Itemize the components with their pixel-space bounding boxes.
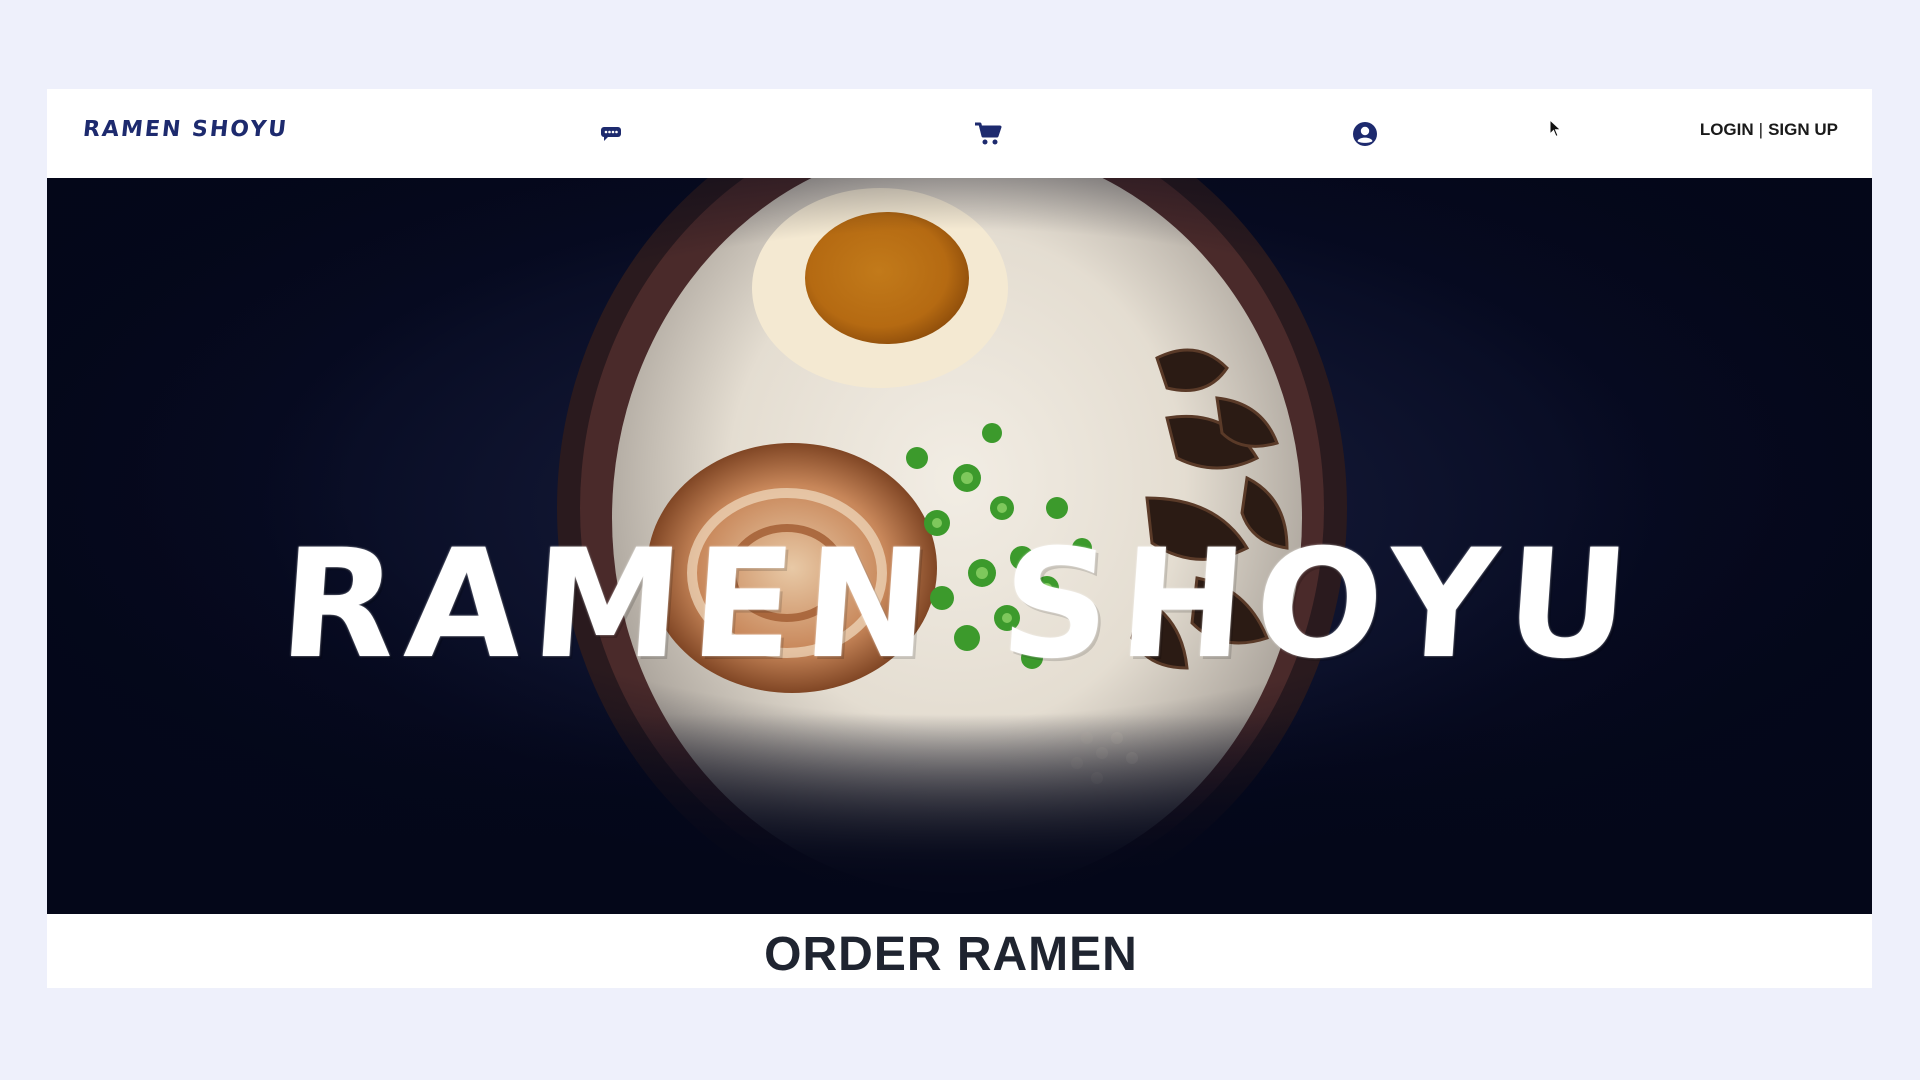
page: RAMEN SHOYU LOGIN | SIGN UP RAMEN SHOYU … xyxy=(47,89,1872,988)
order-ramen-heading: ORDER RAMEN xyxy=(764,928,1138,981)
auth-links: LOGIN | SIGN UP xyxy=(1700,120,1838,140)
cart-icon[interactable] xyxy=(973,119,1003,149)
site-logo[interactable]: RAMEN SHOYU xyxy=(82,117,290,142)
site-header: RAMEN SHOYU LOGIN | SIGN UP xyxy=(47,89,1872,178)
hero-fade xyxy=(47,714,1872,914)
auth-separator: | xyxy=(1758,120,1764,139)
mouse-cursor-icon xyxy=(1549,119,1562,138)
chat-icon[interactable] xyxy=(596,119,626,149)
hero-banner: RAMEN SHOYU xyxy=(47,178,1872,914)
account-icon[interactable] xyxy=(1350,119,1380,149)
login-link[interactable]: LOGIN xyxy=(1700,120,1754,140)
signup-link[interactable]: SIGN UP xyxy=(1768,120,1838,140)
hero-title: RAMEN SHOYU xyxy=(274,518,1645,692)
